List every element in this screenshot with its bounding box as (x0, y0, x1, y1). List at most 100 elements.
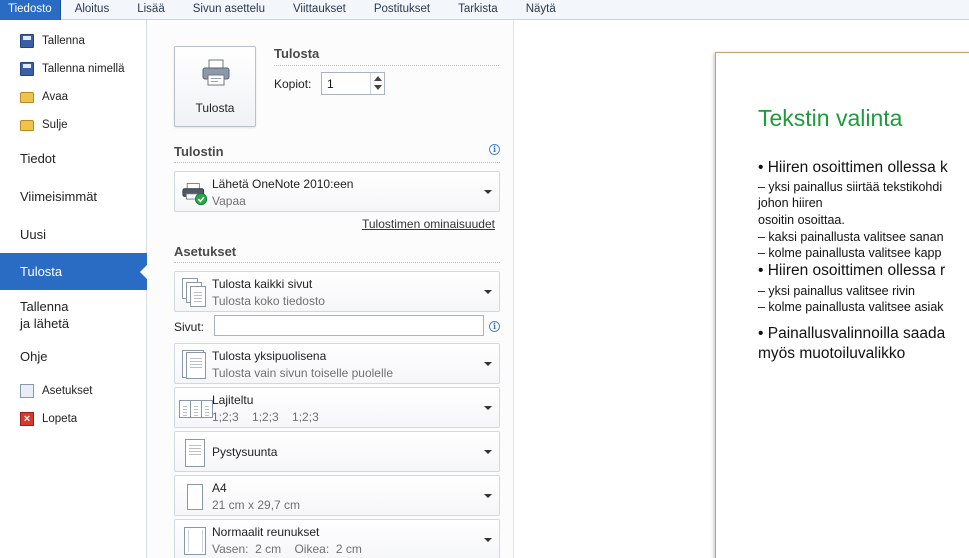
nav-exit[interactable]: × Lopeta (0, 408, 147, 430)
chevron-down-icon (484, 190, 492, 194)
printer-name: Lähetä OneNote 2010:een (212, 177, 354, 191)
preview-line: – kolme painallusta valitsee asiak (758, 300, 944, 314)
collated-icon (179, 394, 213, 424)
nav-options[interactable]: Asetukset (0, 380, 147, 402)
orientation-dropdown[interactable]: Pystysuunta (174, 431, 500, 472)
preview-line: • Painallusvalinnoilla saada (758, 325, 946, 342)
one-sided-icon (182, 350, 208, 380)
open-folder-icon (20, 91, 34, 103)
chevron-down-icon (484, 406, 492, 410)
tab-insert[interactable]: Lisää (123, 0, 179, 20)
chevron-down-icon (484, 362, 492, 366)
portrait-icon (182, 438, 208, 468)
tab-references[interactable]: Viittaukset (279, 0, 360, 20)
nav-recent[interactable]: Viimeisimmät (0, 188, 147, 205)
chevron-down-icon (484, 538, 492, 542)
print-settings-panel: Tulosta Tulosta Kopiot: 1 Tulostin i Läh… (147, 20, 514, 558)
nav-print[interactable]: Tulosta (0, 253, 148, 290)
print-range-dropdown[interactable]: Tulosta kaikki sivut Tulosta koko tiedos… (174, 271, 500, 312)
preview-line: – yksi painallus siirtää tekstikohdi (758, 180, 943, 194)
margins-dropdown[interactable]: Normaalit reunukset Vasen: 2 cm Oikea: 2… (174, 519, 500, 558)
save-as-icon (20, 62, 34, 76)
preview-line: osoitin osoittaa. (758, 213, 845, 227)
nav-options-label: Asetukset (42, 385, 93, 397)
preview-line: johon hiiren (758, 196, 823, 210)
paper-size-title: A4 (212, 481, 227, 495)
tab-mailings[interactable]: Postitukset (360, 0, 444, 20)
collation-title: Lajiteltu (212, 393, 254, 407)
preview-title: Tekstin valinta (758, 105, 903, 131)
copies-label: Kopiot: (274, 77, 312, 91)
sides-title: Tulosta yksipuolisena (212, 349, 327, 363)
pages-label: Sivut: (174, 320, 205, 334)
save-icon (20, 34, 34, 48)
preview-line: – kaksi painallusta valitsee sanan (758, 230, 944, 244)
chevron-down-icon (484, 290, 492, 294)
print-heading-rule (274, 65, 499, 66)
pages-icon (182, 278, 208, 308)
printer-icon (202, 59, 230, 86)
printer-dropdown[interactable]: Lähetä OneNote 2010:een Vapaa (174, 171, 500, 212)
collation-dropdown[interactable]: Lajiteltu 1;2;3 1;2;3 1;2;3 (174, 387, 500, 428)
nav-save-label: Tallenna (42, 35, 85, 47)
tab-review[interactable]: Tarkista (444, 0, 512, 20)
margins-title: Normaalit reunukset (212, 525, 320, 539)
tab-view[interactable]: Näytä (512, 0, 570, 20)
preview-line: • Hiiren osoittimen ollessa k (758, 159, 948, 176)
orientation-title: Pystysuunta (212, 445, 278, 459)
nav-save-as[interactable]: Tallenna nimellä (0, 58, 147, 80)
nav-save-and-send[interactable]: Tallenna ja lähetä (0, 298, 147, 332)
nav-open[interactable]: Avaa (0, 86, 147, 108)
spin-up-icon[interactable] (374, 76, 382, 81)
nav-print-label: Tulosta (20, 264, 63, 279)
pages-info-icon[interactable]: i (489, 321, 500, 332)
nav-new[interactable]: Uusi (0, 226, 147, 243)
exit-icon: × (20, 412, 34, 426)
printer-info-icon[interactable]: i (489, 144, 500, 155)
print-button-label: Tulosta (195, 101, 235, 115)
printer-heading: Tulostin (174, 144, 224, 159)
preview-line: – kolme painallusta valitsee kapp (758, 246, 942, 260)
paper-size-dropdown[interactable]: A4 21 cm x 29,7 cm (174, 475, 500, 516)
sides-desc: Tulosta vain sivun toiselle puolelle (212, 366, 393, 380)
backstage-nav: Tallenna Tallenna nimellä Avaa Sulje Tie… (0, 20, 148, 558)
nav-close-label: Sulje (42, 119, 68, 131)
paper-size-desc: 21 cm x 29,7 cm (212, 498, 301, 512)
nav-exit-label: Lopeta (42, 413, 78, 425)
copies-stepper[interactable]: 1 (321, 72, 385, 95)
tab-page-layout[interactable]: Sivun asettelu (179, 0, 279, 20)
sides-dropdown[interactable]: Tulosta yksipuolisena Tulosta vain sivun… (174, 343, 500, 384)
nav-close[interactable]: Sulje (0, 114, 147, 136)
preview-line: myös muotoiluvalikko (758, 345, 906, 362)
print-preview-area: Tekstin valinta • Hiiren osoittimen olle… (514, 20, 969, 558)
tab-file[interactable]: Tiedosto (0, 0, 61, 20)
collation-desc: 1;2;3 1;2;3 1;2;3 (212, 410, 319, 424)
nav-save-as-label: Tallenna nimellä (42, 63, 125, 75)
print-range-desc: Tulosta koko tiedosto (212, 294, 325, 308)
printer-status-icon (182, 183, 208, 206)
spin-down-icon[interactable] (374, 85, 382, 90)
settings-heading: Asetukset (174, 244, 237, 259)
print-range-title: Tulosta kaikki sivut (212, 277, 313, 291)
nav-save[interactable]: Tallenna (0, 30, 147, 52)
ribbon-tabs: Tiedosto Aloitus Lisää Sivun asettelu Vi… (0, 0, 969, 20)
nav-info[interactable]: Tiedot (0, 150, 147, 167)
options-icon (20, 384, 34, 398)
printer-status: Vapaa (212, 194, 246, 208)
paper-size-icon (182, 482, 208, 512)
preview-line: – yksi painallus valitsee rivin (758, 284, 916, 298)
print-button[interactable]: Tulosta (174, 46, 256, 127)
copies-spinner[interactable] (370, 73, 384, 94)
copies-value: 1 (327, 77, 334, 91)
margins-icon (182, 526, 208, 556)
tab-home[interactable]: Aloitus (61, 0, 124, 20)
printer-heading-rule (174, 162, 500, 163)
pages-input[interactable] (214, 315, 484, 336)
close-folder-icon (20, 119, 34, 131)
nav-open-label: Avaa (42, 91, 69, 103)
printer-properties-link[interactable]: Tulostimen ominaisuudet (362, 217, 495, 231)
margins-desc: Vasen: 2 cm Oikea: 2 cm (212, 542, 362, 556)
nav-help[interactable]: Ohje (0, 348, 147, 365)
preview-page[interactable]: Tekstin valinta • Hiiren osoittimen olle… (715, 52, 969, 558)
chevron-down-icon (484, 494, 492, 498)
